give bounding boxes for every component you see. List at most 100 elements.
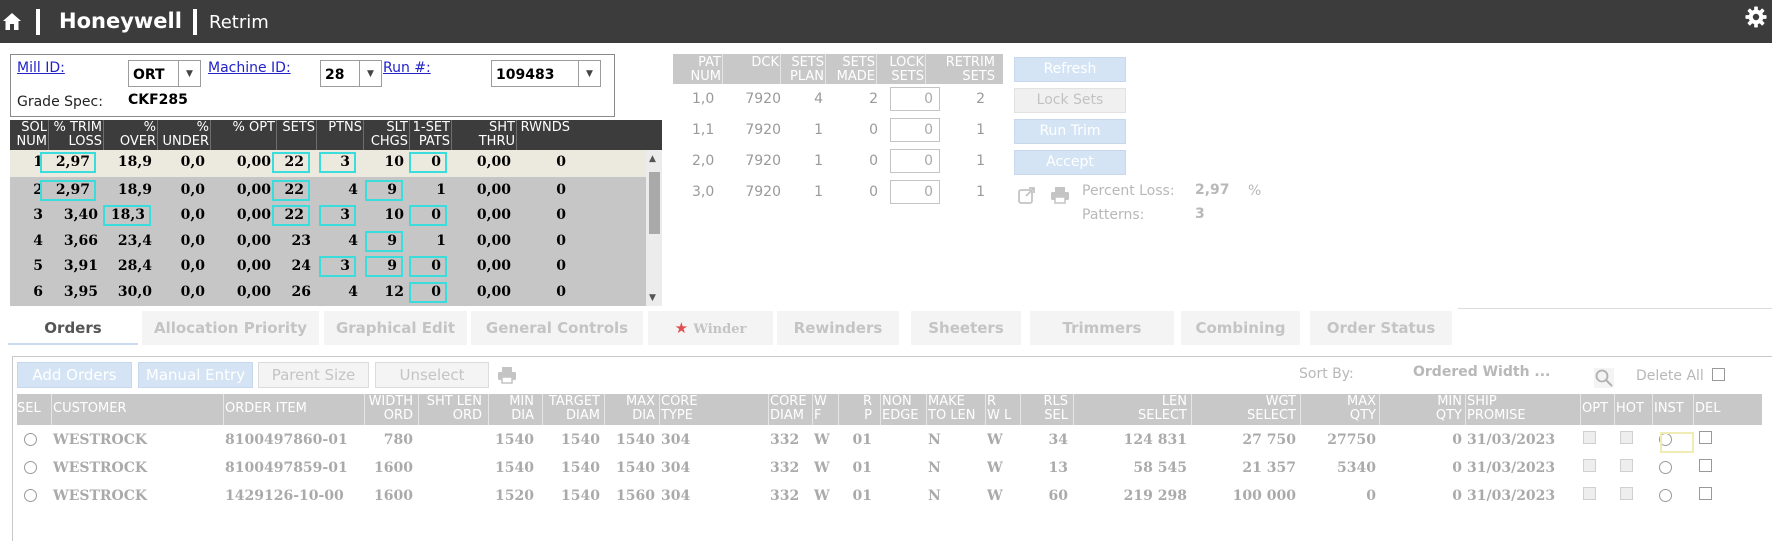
select-radio[interactable] bbox=[24, 433, 37, 446]
machine-id-select[interactable]: 28 ▼ bbox=[320, 60, 382, 87]
order-cell: 1560 bbox=[616, 488, 655, 504]
delete-all-checkbox[interactable] bbox=[1712, 368, 1725, 381]
tab-order-status[interactable]: Order Status bbox=[1310, 311, 1452, 345]
hot-checkbox[interactable] bbox=[1620, 431, 1633, 444]
lock-sets-input[interactable]: 0 bbox=[890, 118, 940, 142]
delete-checkbox[interactable] bbox=[1699, 487, 1712, 500]
hot-checkbox[interactable] bbox=[1620, 487, 1633, 500]
tab-orders[interactable]: Orders bbox=[8, 311, 138, 345]
column-header: WIDTH ORD bbox=[366, 395, 413, 423]
tab-winder[interactable]: ★ Winder bbox=[648, 311, 773, 345]
table-row[interactable]: 5 3,91 28,4 0,0 0,00 24 3 9 0 0,00 0 bbox=[10, 254, 646, 279]
order-cell: W bbox=[987, 460, 1003, 476]
pattern-cell: 1 bbox=[814, 153, 823, 169]
order-cell: 60 bbox=[1048, 488, 1068, 504]
column-header: RETRIM SETS bbox=[926, 56, 995, 84]
inst-radio[interactable] bbox=[1659, 489, 1672, 502]
table-row[interactable]: 3 3,40 18,3 0,0 0,00 22 3 10 0 0,00 0 bbox=[10, 203, 646, 228]
table-cell: 4 bbox=[348, 232, 358, 249]
order-cell: 27750 bbox=[1327, 432, 1376, 448]
star-icon: ★ bbox=[674, 319, 689, 337]
delete-checkbox[interactable] bbox=[1699, 459, 1712, 472]
parent-size-button[interactable]: Parent Size bbox=[258, 362, 369, 388]
column-header: % UNDER bbox=[159, 121, 210, 149]
column-header: MIN DIA bbox=[490, 395, 534, 423]
column-header: 1-SET PATS bbox=[411, 121, 450, 149]
table-cell: 0 bbox=[409, 256, 447, 277]
sort-by-select[interactable]: Ordered Width ... bbox=[1413, 364, 1550, 380]
run-number-select[interactable]: 109483 ▼ bbox=[491, 60, 601, 87]
manual-entry-button[interactable]: Manual Entry bbox=[138, 362, 253, 388]
gear-icon[interactable] bbox=[1745, 6, 1767, 28]
column-header-line: INST bbox=[1654, 401, 1684, 416]
hot-checkbox[interactable] bbox=[1620, 459, 1633, 472]
chevron-down-icon: ▼ bbox=[359, 61, 381, 86]
machine-id-value: 28 bbox=[325, 67, 345, 83]
opt-checkbox[interactable] bbox=[1583, 487, 1596, 500]
delete-checkbox[interactable] bbox=[1699, 431, 1712, 444]
select-radio[interactable] bbox=[24, 461, 37, 474]
mill-id-link[interactable]: Mill ID: bbox=[17, 60, 65, 76]
table-cell: 0,0 bbox=[180, 258, 205, 274]
refresh-button[interactable]: Refresh bbox=[1014, 57, 1126, 82]
column-divider bbox=[223, 394, 224, 425]
search-icon[interactable] bbox=[1594, 368, 1614, 388]
column-header-line: RETRIM bbox=[945, 55, 995, 70]
opt-checkbox[interactable] bbox=[1583, 431, 1596, 444]
column-header-line: MAKE bbox=[928, 394, 965, 409]
opt-checkbox[interactable] bbox=[1583, 459, 1596, 472]
run-trim-button[interactable]: Run Trim bbox=[1014, 119, 1126, 144]
column-header-line: % bbox=[143, 120, 156, 135]
column-header-line: HOT bbox=[1616, 401, 1644, 416]
tab-graphical-edit[interactable]: Graphical Edit bbox=[324, 311, 467, 345]
scroll-up-icon[interactable]: ▲ bbox=[649, 154, 656, 164]
pattern-cell: 0 bbox=[869, 184, 878, 200]
order-cell: WESTROCK bbox=[53, 432, 148, 448]
column-header-line: LOSS bbox=[68, 134, 102, 149]
tab-trimmers[interactable]: Trimmers bbox=[1030, 311, 1174, 345]
export-icon[interactable] bbox=[1017, 185, 1037, 205]
home-icon[interactable] bbox=[3, 13, 21, 30]
column-divider bbox=[488, 394, 489, 425]
run-number-link[interactable]: Run #: bbox=[383, 60, 431, 76]
machine-id-link[interactable]: Machine ID: bbox=[208, 60, 291, 76]
printer-icon[interactable] bbox=[497, 365, 517, 385]
column-header-line: SHIP bbox=[1467, 394, 1497, 409]
table-row[interactable]: 6 3,95 30,0 0,0 0,00 26 4 12 0 0,00 0 bbox=[10, 280, 646, 305]
tab-general-controls[interactable]: General Controls bbox=[471, 311, 643, 345]
order-cell: 1540 bbox=[561, 432, 600, 448]
tab-sheeters[interactable]: Sheeters bbox=[911, 311, 1021, 345]
unselect-button[interactable]: Unselect bbox=[375, 362, 489, 388]
accept-button[interactable]: Accept bbox=[1014, 150, 1126, 175]
table-cell: 10 bbox=[384, 207, 404, 223]
table-row[interactable]: 1 2,97 18,9 0,0 0,00 22 3 10 0 0,00 0 bbox=[10, 150, 646, 177]
mill-id-select[interactable]: ORT ▼ bbox=[128, 60, 201, 87]
table-cell: 3,95 bbox=[63, 283, 98, 300]
lock-sets-input[interactable]: 0 bbox=[890, 87, 940, 111]
column-header: CORE DIAM bbox=[770, 395, 810, 423]
column-header: SHIP PROMISE bbox=[1467, 395, 1578, 423]
table-cell: 0,0 bbox=[180, 207, 205, 223]
table-cell: 0 bbox=[409, 281, 447, 303]
table-cell: 3 bbox=[319, 205, 356, 226]
printer-icon[interactable] bbox=[1050, 185, 1070, 205]
inst-radio[interactable] bbox=[1659, 461, 1672, 474]
scroll-down-icon[interactable]: ▼ bbox=[649, 293, 656, 303]
tab-allocation-priority[interactable]: Allocation Priority bbox=[142, 311, 319, 345]
lock-sets-input[interactable]: 0 bbox=[890, 180, 940, 204]
select-radio[interactable] bbox=[24, 489, 37, 502]
lock-sets-button[interactable]: Lock Sets bbox=[1014, 88, 1126, 113]
add-orders-button[interactable]: Add Orders bbox=[17, 362, 132, 388]
table-cell: 0 bbox=[556, 232, 566, 249]
run-header: Mill ID: ORT ▼ Machine ID: 28 ▼ Run #: 1… bbox=[10, 54, 615, 117]
lock-sets-input[interactable]: 0 bbox=[890, 149, 940, 173]
table-cell: 22 bbox=[272, 179, 310, 201]
column-header: SETS PLAN bbox=[781, 56, 824, 84]
tab-rewinders[interactable]: Rewinders bbox=[777, 311, 899, 345]
scroll-thumb[interactable] bbox=[649, 172, 660, 234]
tab-combining[interactable]: Combining bbox=[1181, 311, 1300, 345]
solutions-scrollbar[interactable]: ▲ ▼ bbox=[646, 150, 662, 306]
order-cell: N bbox=[928, 432, 941, 448]
table-row[interactable]: 4 3,66 23,4 0,0 0,00 23 4 9 1 0,00 0 bbox=[10, 229, 646, 254]
table-row[interactable]: 2 2,97 18,9 0,0 0,00 22 4 9 1 0,00 0 bbox=[10, 178, 646, 203]
